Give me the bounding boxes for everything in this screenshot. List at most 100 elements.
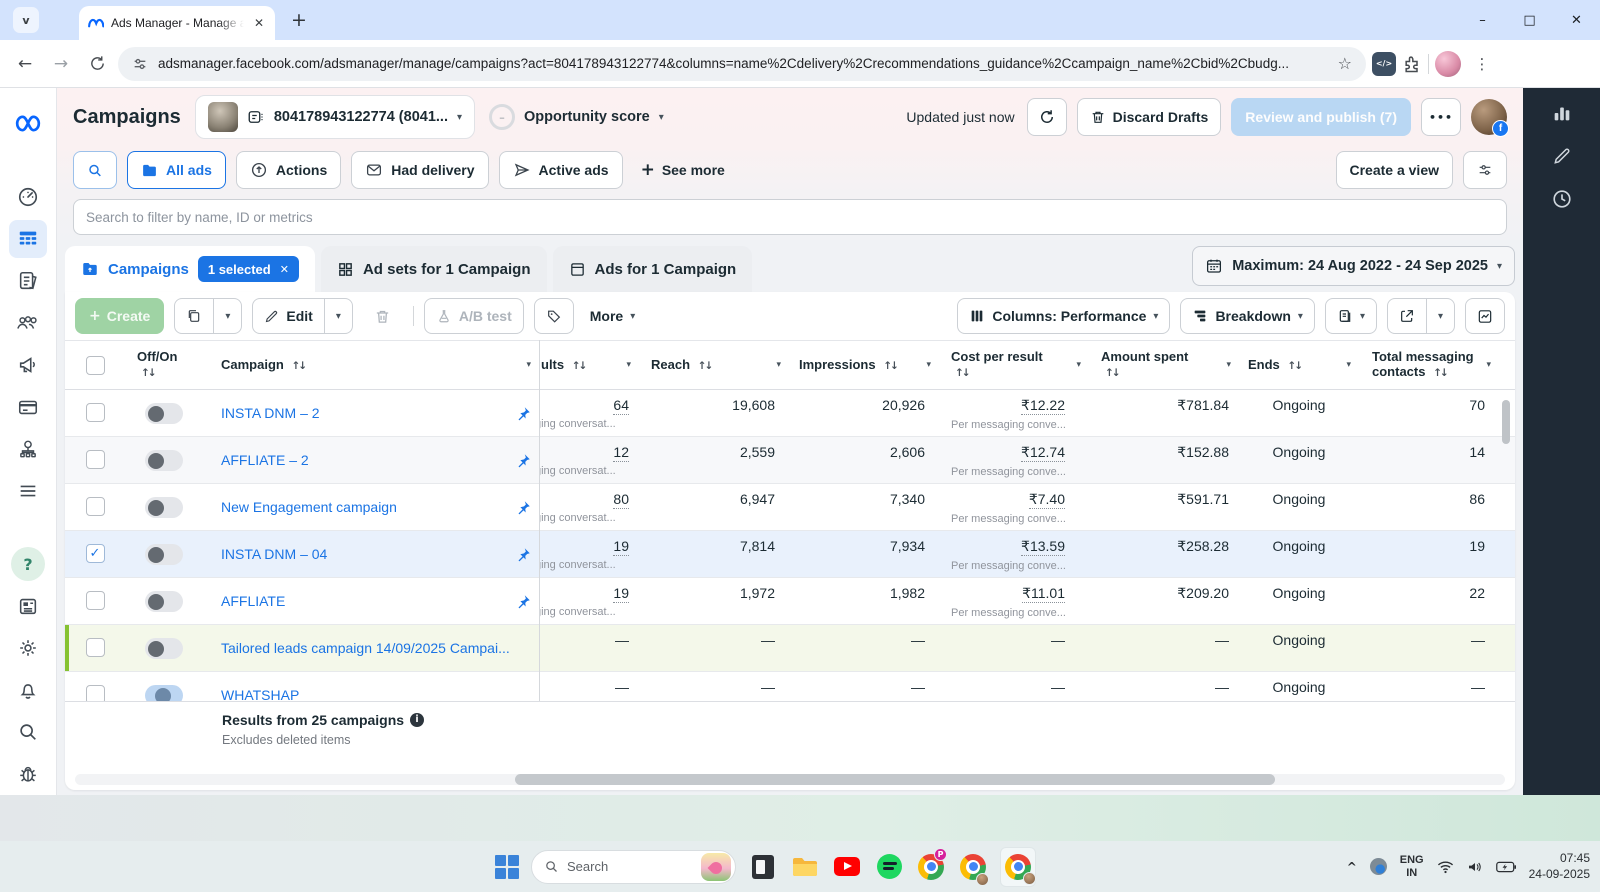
filter-active-ads[interactable]: Active ads [499,151,623,189]
campaign-link[interactable]: Tailored leads campaign 14/09/2025 Campa… [221,640,510,656]
browser-menu-icon[interactable]: ⋮ [1467,49,1497,79]
charts-button[interactable] [1465,298,1505,334]
stats-chart-icon[interactable] [1551,102,1573,124]
table-row[interactable]: AFFLIATE 19ging conversat... 1,972 1,982… [65,578,1515,625]
close-window-button[interactable]: ✕ [1553,0,1600,40]
taskbar-search[interactable]: Search [531,850,736,884]
widget-weather-image[interactable] [701,853,731,881]
row-checkbox[interactable] [86,638,105,657]
row-checkbox[interactable] [86,450,105,469]
forward-button[interactable]: → [46,49,76,79]
sidebar-item-overview[interactable] [9,178,47,216]
browser-profile-avatar[interactable] [1435,51,1461,77]
clock-icon[interactable] [1551,188,1573,210]
browser-tab[interactable]: Ads Manager - Manage ads - C ✕ [79,6,275,40]
campaign-link[interactable]: AFFLIATE [221,593,285,609]
sidebar-item-pages[interactable] [9,262,47,300]
sidebar-item-business-assets[interactable] [9,430,47,468]
campaign-link[interactable]: AFFLIATE – 2 [221,452,309,468]
view-settings-button[interactable] [1463,151,1507,189]
reports-button[interactable]: ▾ [1326,299,1376,333]
row-checkbox[interactable] [86,403,105,422]
column-menu-icon[interactable]: ▾ [526,360,531,370]
extensions-puzzle-icon[interactable] [1402,54,1422,74]
tab-ads[interactable]: Ads for 1 Campaign [553,246,753,292]
battery-icon[interactable] [1496,861,1516,873]
column-header-ends[interactable]: Ends ↑↓ ▾ [1239,341,1359,389]
sidebar-item-updates[interactable] [9,587,47,625]
tab-search-chevron[interactable]: v [13,7,39,33]
info-icon[interactable]: i [410,713,424,727]
ad-account-selector[interactable]: 804178943122774 (8041... ▾ [195,95,475,139]
review-publish-button[interactable]: Review and publish (7) [1231,98,1411,136]
help-button[interactable]: ? [11,547,45,581]
column-menu-icon[interactable]: ▾ [1486,360,1491,370]
date-range-button[interactable]: Maximum: 24 Aug 2022 - 24 Sep 2025 ▾ [1192,246,1515,286]
taskbar-app-chrome-active[interactable] [1000,847,1036,887]
table-row[interactable]: AFFLIATE – 2 12ging conversat... 2,559 2… [65,437,1515,484]
column-header-results[interactable]: ults ↑↓ ▾ [539,341,639,389]
sidebar-item-campaigns[interactable] [9,220,47,258]
export-button[interactable] [1388,299,1426,333]
row-checkbox[interactable]: ✓ [86,544,105,563]
column-menu-icon[interactable]: ▾ [1226,360,1231,370]
filter-actions[interactable]: Actions [236,151,341,189]
taskbar-app-spotify[interactable] [874,847,904,887]
horizontal-scrollbar-thumb[interactable] [515,774,1275,785]
address-bar[interactable]: adsmanager.facebook.com/adsmanager/manag… [118,47,1366,81]
delete-button[interactable] [363,298,403,334]
horizontal-scrollbar-track[interactable] [75,774,1505,785]
clear-selection-icon[interactable]: ✕ [280,263,289,276]
tab-close-icon[interactable]: ✕ [251,16,267,30]
tab-ad-sets[interactable]: Ad sets for 1 Campaign [321,246,547,292]
duplicate-button[interactable] [175,299,213,333]
column-header-campaign[interactable]: Campaign ↑↓ ▾ [215,341,539,389]
opportunity-score[interactable]: – Opportunity score ▾ [489,104,664,130]
language-indicator[interactable]: ENGIN [1400,854,1424,879]
meta-logo[interactable] [9,104,47,142]
sidebar-item-ads-reporting[interactable] [9,346,47,384]
campaign-link[interactable]: WHATSHAP [221,687,299,701]
row-toggle[interactable] [145,403,183,424]
column-menu-icon[interactable]: ▾ [1076,360,1081,370]
row-toggle[interactable] [145,685,183,701]
column-header-off-on[interactable]: Off/On↑↓ [115,341,215,389]
see-more-button[interactable]: + See more [633,160,733,180]
column-menu-icon[interactable]: ▾ [626,360,631,370]
table-row[interactable]: New Engagement campaign 80ging conversat… [65,484,1515,531]
user-avatar[interactable] [1471,99,1507,135]
table-row[interactable]: WHATSHAP — — — — — Ongoing — [65,672,1515,701]
table-row[interactable]: INSTA DNM – 2 64ging conversat... 19,608… [65,390,1515,437]
taskbar-app-chrome-profile-1[interactable]: P [916,847,946,887]
extension-code-icon[interactable]: </> [1372,52,1396,76]
pencil-icon[interactable] [1552,146,1572,166]
refresh-button[interactable] [1027,98,1067,136]
sidebar-item-settings[interactable] [9,629,47,667]
campaign-link[interactable]: INSTA DNM – 2 [221,405,320,421]
tab-campaigns[interactable]: Campaigns 1 selected ✕ [65,246,315,292]
ab-test-button[interactable]: A/B test [424,298,524,334]
filter-all-ads[interactable]: All ads [127,151,226,189]
sidebar-item-all-tools[interactable] [9,472,47,510]
column-header-total-messaging-contacts[interactable]: Total messaging contacts ↑↓ ▾ [1359,341,1499,389]
vertical-scrollbar[interactable] [1502,400,1510,444]
maximize-button[interactable]: □ [1506,0,1553,40]
tray-app-icon[interactable] [1370,858,1387,875]
export-menu-button[interactable]: ▾ [1426,299,1454,333]
more-options-button[interactable]: ••• [1421,98,1461,136]
breakdown-button[interactable]: Breakdown ▾ [1180,298,1315,334]
edit-menu-button[interactable]: ▾ [324,299,352,333]
wifi-icon[interactable] [1437,860,1454,874]
campaign-link[interactable]: INSTA DNM – 04 [221,546,327,562]
sidebar-item-report-bug[interactable] [9,755,47,793]
back-button[interactable]: ← [10,49,40,79]
column-header-cost-per-result[interactable]: Cost per result↑↓ ▾ [939,341,1089,389]
site-settings-icon[interactable] [132,56,148,72]
tags-button[interactable] [534,298,574,334]
create-button[interactable]: + Create [75,298,164,334]
volume-icon[interactable] [1467,860,1483,874]
table-row[interactable]: ✓ INSTA DNM – 04 19ging conversat... 7,8… [65,531,1515,578]
column-header-impressions[interactable]: Impressions ↑↓ ▾ [789,341,939,389]
column-menu-icon[interactable]: ▾ [1346,360,1351,370]
columns-button[interactable]: Columns: Performance ▾ [957,298,1170,334]
